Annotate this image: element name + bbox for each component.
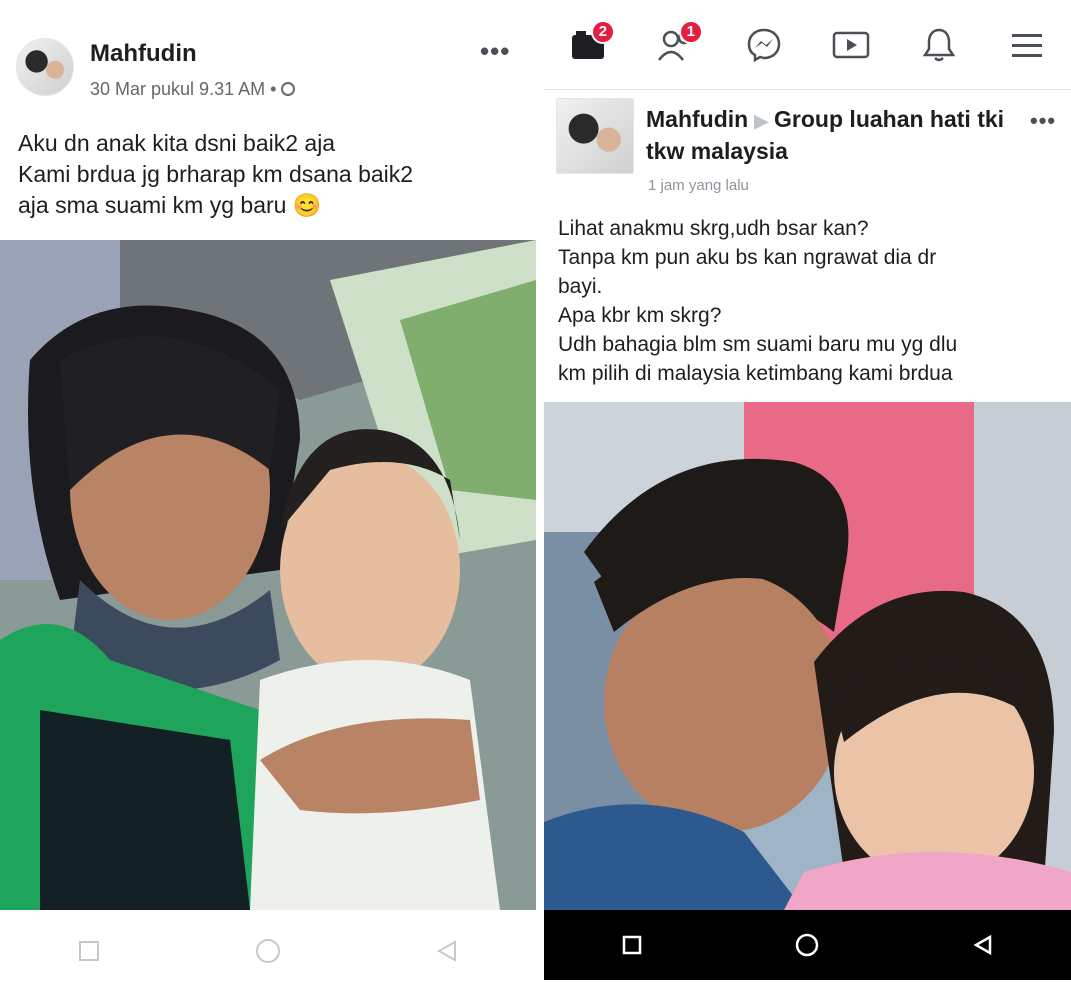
circle-icon — [255, 939, 280, 963]
left-post-header: Mahfudin 30 Mar pukul 9.31 AM • ••• — [0, 0, 536, 110]
post-text-line: aja sma suami km yg baru 😊 — [18, 192, 322, 218]
post-text-line: Tanpa km pun aku bs kan ngrawat dia dr — [558, 246, 937, 269]
author-avatar[interactable] — [16, 38, 74, 96]
group-name-line2[interactable]: tkw malaysia — [646, 138, 788, 164]
post-photo[interactable] — [0, 240, 536, 910]
back-button[interactable] — [427, 931, 467, 971]
post-photo[interactable] — [544, 402, 1071, 910]
square-icon — [79, 941, 100, 961]
square-icon — [622, 935, 642, 955]
feed-tab[interactable]: 2 — [565, 19, 615, 68]
globe-icon — [281, 82, 296, 96]
facebook-top-bar: 2 1 — [544, 0, 1071, 90]
post-text-line: Apa kbr km skrg? — [558, 304, 722, 327]
menu-tab[interactable] — [1004, 22, 1050, 68]
android-nav-bar — [0, 910, 536, 992]
back-button[interactable] — [963, 925, 1003, 965]
photo-image — [544, 402, 1071, 910]
panel-divider — [536, 0, 544, 992]
post-text-line: Aku dn anak kita dsni baik2 aja — [18, 130, 336, 156]
back-triangle-icon — [973, 934, 992, 956]
more-options-icon[interactable]: ••• — [1030, 108, 1056, 134]
group-name-line1[interactable]: Group luahan hati tki — [774, 106, 1004, 132]
post-text-line: km pilih di malaysia ketimbang kami brdu… — [558, 362, 953, 385]
watch-icon — [833, 31, 870, 58]
notifications-tab[interactable] — [916, 22, 962, 68]
messenger-tab[interactable] — [741, 22, 787, 68]
friends-tab[interactable]: 1 — [653, 19, 703, 68]
arrow-right-icon: ▶ — [754, 111, 769, 131]
author-name[interactable]: Mahfudin — [646, 106, 748, 132]
circle-icon — [796, 933, 819, 957]
more-options-icon[interactable]: ••• — [480, 36, 510, 67]
friends-badge: 1 — [678, 19, 703, 44]
post-timestamp[interactable]: 30 Mar pukul 9.31 AM • — [90, 79, 296, 100]
watch-tab[interactable] — [828, 22, 874, 68]
post-text: Lihat anakmu skrg,udh bsar kan? Tanpa km… — [558, 214, 957, 388]
home-button[interactable] — [248, 931, 288, 971]
messenger-icon — [747, 28, 780, 62]
post-timestamp[interactable]: 1 jam yang lalu — [648, 177, 749, 194]
recents-button[interactable] — [612, 925, 652, 965]
recents-button[interactable] — [69, 931, 109, 971]
android-nav-bar — [544, 910, 1071, 980]
author-name[interactable]: Mahfudin — [90, 40, 197, 68]
back-triangle-icon — [436, 940, 456, 962]
post-text-line: Lihat anakmu skrg,udh bsar kan? — [558, 217, 869, 240]
left-post-screenshot: Mahfudin 30 Mar pukul 9.31 AM • ••• Aku … — [0, 0, 536, 992]
photo-image — [0, 240, 536, 910]
home-button[interactable] — [787, 925, 827, 965]
bottom-white-strip — [544, 980, 1071, 992]
menu-icon — [1012, 33, 1043, 57]
timestamp-text: 30 Mar pukul 9.31 AM • — [90, 79, 282, 99]
post-text-line: Udh bahagia blm sm suami baru mu yg dlu — [558, 333, 958, 356]
post-text: Aku dn anak kita dsni baik2 aja Kami brd… — [18, 128, 413, 221]
post-header-title: Mahfudin ▶ Group luahan hati tki tkw malay… — [646, 104, 1046, 166]
right-post-screenshot: 2 1 Mahfudin ▶ Group luahan hati tki tkw m… — [544, 0, 1071, 992]
post-text-line: Kami brdua jg brharap km dsana baik2 — [18, 161, 414, 187]
bell-icon — [922, 28, 956, 61]
author-avatar[interactable] — [556, 98, 634, 174]
post-text-line: bayi. — [558, 275, 603, 298]
feed-badge: 2 — [590, 19, 615, 44]
